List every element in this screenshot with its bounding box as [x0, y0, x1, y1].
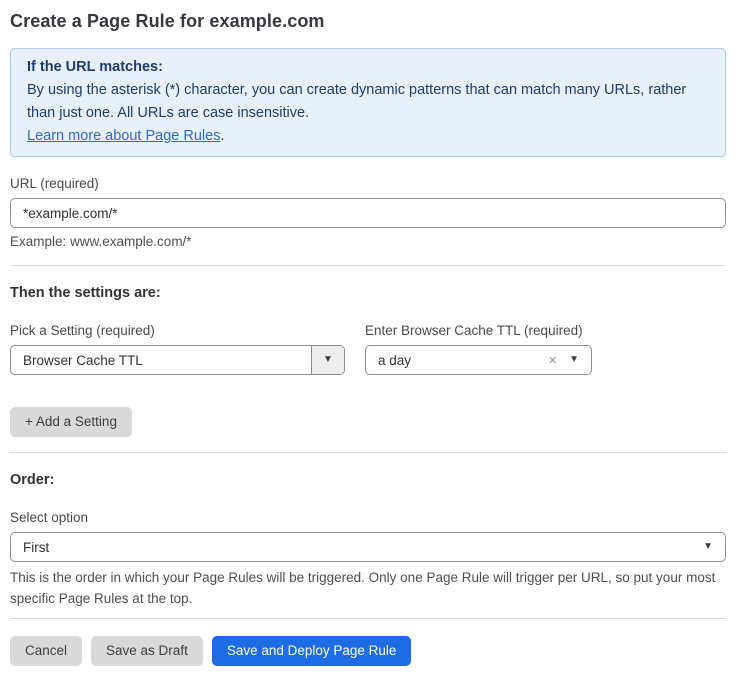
learn-more-link[interactable]: Learn more about Page Rules	[27, 128, 220, 144]
chevron-down-icon: ▼	[323, 355, 333, 365]
create-page-rule-form: Create a Page Rule for example.com If th…	[0, 0, 736, 678]
chevron-down-icon: ▼	[563, 355, 591, 365]
order-section-heading: Order:	[10, 470, 726, 490]
setting-picker-label: Pick a Setting (required)	[10, 322, 345, 339]
page-title: Create a Page Rule for example.com	[10, 9, 726, 33]
add-setting-button[interactable]: + Add a Setting	[10, 407, 132, 437]
chevron-down-icon: ▼	[697, 542, 725, 552]
url-field-helper: Example: www.example.com/*	[10, 233, 726, 250]
setting-picker-select[interactable]: Browser Cache TTL ▼	[10, 345, 345, 375]
info-box-heading: If the URL matches:	[27, 56, 709, 79]
url-field-label: URL (required)	[10, 175, 726, 192]
cancel-button[interactable]: Cancel	[10, 636, 82, 666]
section-divider	[10, 265, 726, 266]
ttl-value: a day	[366, 353, 548, 368]
clear-icon[interactable]: ×	[548, 353, 563, 368]
save-as-draft-button[interactable]: Save as Draft	[91, 636, 203, 666]
order-helper-text: This is the order in which your Page Rul…	[10, 567, 726, 609]
order-select-value: First	[11, 540, 697, 555]
footer-actions: Cancel Save as Draft Save and Deploy Pag…	[10, 636, 726, 666]
info-box-link-line: Learn more about Page Rules.	[27, 125, 709, 148]
footer-divider	[10, 618, 726, 619]
section-divider	[10, 452, 726, 453]
setting-picker-value: Browser Cache TTL	[11, 353, 311, 368]
order-select-label: Select option	[10, 509, 726, 526]
url-input[interactable]	[10, 198, 726, 228]
setting-picker-arrow-segment[interactable]: ▼	[311, 346, 344, 374]
info-box-body: By using the asterisk (*) character, you…	[27, 79, 709, 125]
url-match-info-box: If the URL matches: By using the asteris…	[10, 48, 726, 157]
settings-section-heading: Then the settings are:	[10, 283, 726, 303]
link-suffix: .	[220, 128, 224, 144]
ttl-field: Enter Browser Cache TTL (required) a day…	[365, 303, 592, 375]
ttl-select[interactable]: a day × ▼	[365, 345, 592, 375]
save-and-deploy-button[interactable]: Save and Deploy Page Rule	[212, 636, 412, 666]
settings-row: Pick a Setting (required) Browser Cache …	[10, 303, 726, 375]
order-select[interactable]: First ▼	[10, 532, 726, 562]
ttl-label: Enter Browser Cache TTL (required)	[365, 322, 592, 339]
setting-picker-field: Pick a Setting (required) Browser Cache …	[10, 303, 345, 375]
